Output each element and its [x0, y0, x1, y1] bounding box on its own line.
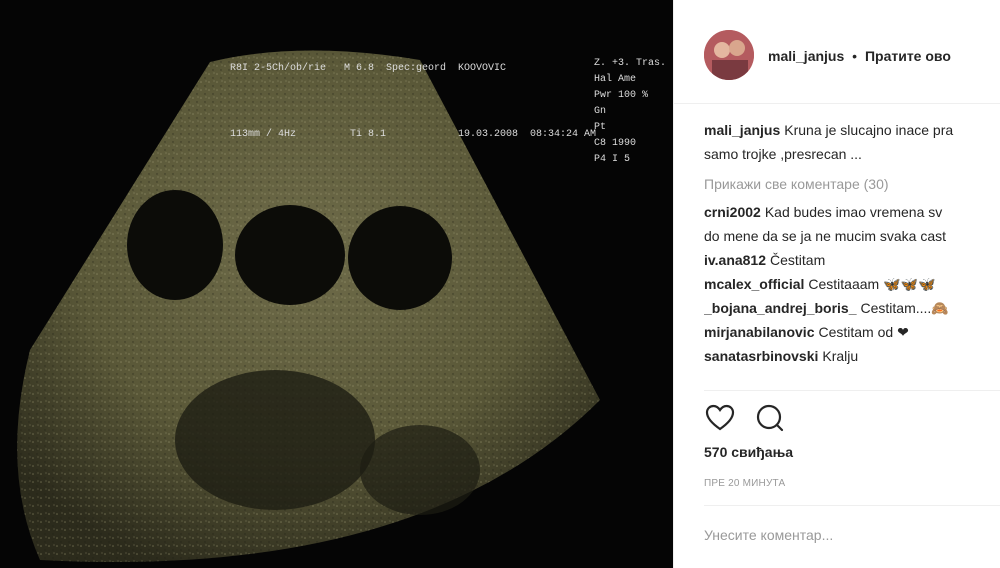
comment-text: Kad budes imao vremena sv — [764, 204, 943, 220]
header-text: mali_janjus • Пратите ово — [768, 48, 951, 64]
scan-parameters: Z. +3. Tras. Hal Ame Pwr 100 % Gn Pt C8 … — [594, 58, 667, 165]
divider — [704, 390, 1000, 391]
comment-item: mcalex_official Cestitaaam 🦋🦋🦋 — [704, 272, 994, 296]
caption-username[interactable]: mali_janjus — [704, 122, 780, 138]
comment-username[interactable]: iv.ana812 — [704, 252, 766, 268]
likes-count[interactable]: 570 свиђања — [704, 444, 793, 460]
comment-text-line2: do mene da se ja ne mucim svaka cast — [704, 228, 947, 244]
heart-icon — [705, 404, 735, 431]
comment-item: sanatasrbinovski Kralju — [704, 344, 994, 368]
comment-item: mirjanabilanovic Cestitam od ❤ — [704, 320, 994, 344]
follow-button[interactable]: Пратите ово — [865, 48, 951, 64]
post-actions — [704, 402, 800, 436]
caption: mali_janjus Kruna je slucajno inace pra — [704, 118, 994, 142]
comment-item: _bojana_andrej_boris_ Cestitam....🙈 — [704, 296, 994, 320]
comment-text: Cestitam od ❤ — [818, 324, 909, 340]
comment-item: crni2002 Kad budes imao vremena sv — [704, 200, 994, 224]
comment-input[interactable] — [704, 522, 984, 548]
comments-list[interactable]: mali_janjus Kruna je slucajno inace pra s… — [704, 118, 994, 390]
gestational-sac-3 — [348, 206, 452, 310]
comment-button[interactable] — [754, 402, 786, 434]
comment-text: Cestitam....🙈 — [860, 300, 949, 316]
post-username[interactable]: mali_janjus — [768, 48, 844, 64]
caption-text: Kruna je slucajno inace pra — [784, 122, 954, 138]
scan-header-text: R8I 2-5Ch/ob/rie M 6.8 Spec:geord KOOVOV… — [230, 63, 597, 140]
divider — [704, 505, 1000, 506]
comment-icon — [757, 404, 784, 432]
comment-username[interactable]: _bojana_andrej_boris_ — [704, 300, 857, 316]
gestational-sac-1 — [127, 190, 223, 300]
like-button[interactable] — [704, 402, 736, 434]
post-photo: R8I 2-5Ch/ob/rie M 6.8 Spec:geord KOOVOV… — [0, 0, 673, 568]
comment-username[interactable]: mcalex_official — [704, 276, 804, 292]
caption-text-line2: samo trojke ,presrecan ... — [704, 146, 862, 162]
post-timestamp[interactable]: ПРЕ 20 МИНУТА — [704, 478, 785, 489]
view-all-comments-link[interactable]: Прикажи све коментаре (30) — [704, 172, 994, 196]
comment-username[interactable]: sanatasrbinovski — [704, 348, 818, 364]
gestational-sac-2 — [235, 205, 345, 305]
comment-text: Čestitam — [770, 252, 826, 268]
separator-dot: • — [852, 48, 858, 64]
comment-item: iv.ana812 Čestitam — [704, 248, 994, 272]
post-header: mali_janjus • Пратите ово — [674, 0, 1000, 104]
post-side-panel: mali_janjus • Пратите ово mali_janjus Kru… — [673, 0, 1000, 568]
avatar[interactable] — [704, 30, 754, 80]
comment-text: Cestitaaam 🦋🦋🦋 — [808, 276, 936, 292]
comment-text: Kralju — [822, 348, 859, 364]
comment-username[interactable]: crni2002 — [704, 204, 761, 220]
comment-username[interactable]: mirjanabilanovic — [704, 324, 814, 340]
